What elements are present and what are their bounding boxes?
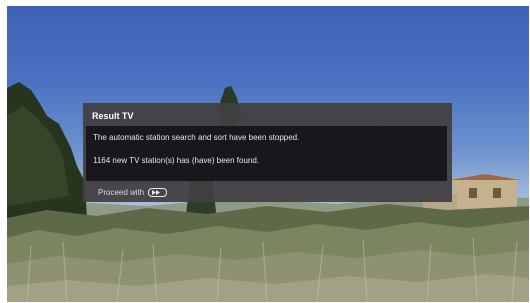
dialog-body: The automatic station search and sort ha… [86, 126, 447, 181]
proceed-button[interactable] [148, 188, 168, 197]
fast-forward-icon [152, 190, 161, 195]
proceed-label: Proceed with [98, 188, 145, 197]
result-tv-dialog: Result TV The automatic station search a… [83, 103, 452, 202]
dialog-footer: Proceed with [98, 188, 168, 197]
search-stopped-message: The automatic station search and sort ha… [93, 133, 300, 142]
dialog-title: Result TV [92, 111, 134, 121]
stations-found-message: 1164 new TV station(s) has (have) been f… [93, 156, 260, 165]
